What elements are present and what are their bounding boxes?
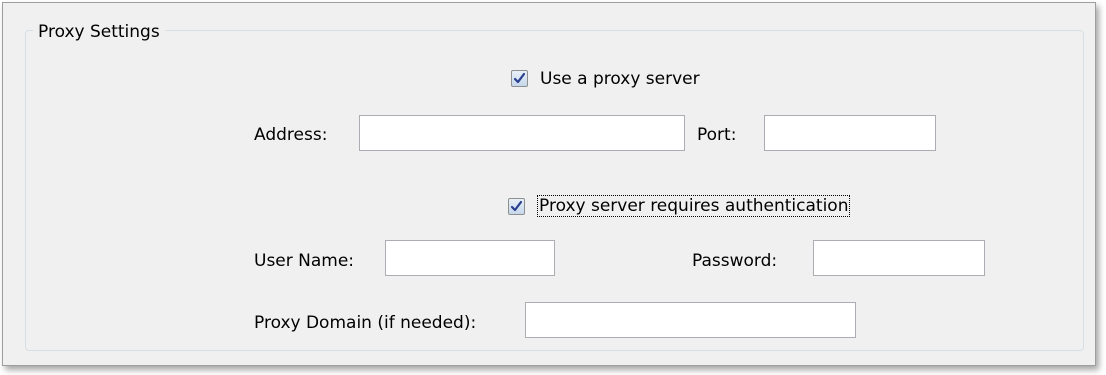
password-label: Password:	[692, 251, 778, 271]
requires-auth-checkbox[interactable]	[508, 198, 525, 215]
user-name-label: User Name:	[254, 251, 355, 271]
address-label: Address:	[254, 125, 328, 145]
checkmark-icon	[513, 72, 526, 84]
address-field[interactable]	[359, 115, 685, 151]
proxy-domain-field[interactable]	[525, 302, 856, 338]
requires-auth-label-text: Proxy server requires authentication	[537, 195, 851, 217]
password-field[interactable]	[813, 240, 985, 276]
use-proxy-label[interactable]: Use a proxy server	[540, 69, 700, 89]
checkmark-icon	[510, 200, 523, 212]
proxy-settings-title: Proxy Settings	[33, 22, 165, 42]
requires-auth-label[interactable]: Proxy server requires authentication	[537, 195, 851, 217]
port-label: Port:	[697, 125, 737, 145]
proxy-domain-label: Proxy Domain (if needed):	[254, 313, 477, 333]
use-proxy-checkbox[interactable]	[511, 70, 528, 87]
user-name-field[interactable]	[385, 240, 555, 276]
port-field[interactable]	[764, 115, 936, 151]
